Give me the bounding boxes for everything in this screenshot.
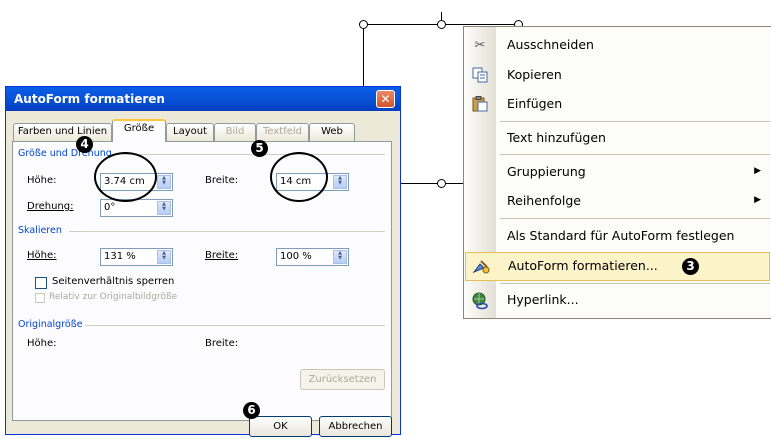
copy-icon: [471, 67, 489, 85]
tab-textfeld[interactable]: Textfeld: [256, 123, 309, 141]
autoform-dialog: AutoForm formatieren ✕ Farben und Linien…: [5, 86, 401, 437]
scale-breite-label: Breite:: [205, 250, 239, 261]
paste-icon: [471, 96, 489, 114]
spin-arrows-icon[interactable]: ▲ ▼: [333, 175, 347, 189]
format-shape-icon: [472, 258, 490, 276]
tab-groesse[interactable]: Größe: [112, 119, 166, 142]
submenu-arrow-icon: ▶: [754, 166, 761, 176]
submenu-arrow-icon: ▶: [754, 195, 761, 205]
close-button[interactable]: ✕: [376, 90, 395, 108]
spin-arrows-icon[interactable]: ▲ ▼: [333, 250, 347, 264]
scale-hoehe-label: Höhe:: [27, 250, 57, 261]
callout-number-6: 6: [243, 402, 260, 419]
relative-checkbox[interactable]: [35, 293, 45, 303]
ok-button[interactable]: OK: [249, 416, 312, 437]
scale-breite-input[interactable]: 100 % ▲ ▼: [276, 248, 349, 266]
tab-farben-und-linien[interactable]: Farben und Linien: [13, 123, 112, 141]
orig-hoehe-label: Höhe:: [27, 338, 57, 349]
menu-separator: [500, 283, 770, 284]
breite-label: Breite:: [205, 175, 239, 186]
hyperlink-icon: [471, 292, 489, 310]
callout-circle-breite: [270, 152, 328, 202]
tab-web[interactable]: Web: [309, 123, 355, 141]
menu-item-als-standard[interactable]: Als Standard für AutoForm festlegen: [464, 222, 771, 251]
drehung-label: Drehung:: [27, 201, 74, 212]
context-menu: ✂ Ausschneiden Kopieren Einfügen Text hi…: [463, 26, 771, 319]
callout-circle-hoehe: [94, 152, 157, 202]
hoehe-label: Höhe:: [27, 175, 57, 186]
section-original: Originalgröße: [18, 319, 83, 330]
cancel-button[interactable]: Abbrechen: [319, 416, 392, 437]
lock-ratio-checkbox[interactable]: [35, 277, 47, 289]
menu-item-gruppierung[interactable]: Gruppierung ▶: [464, 158, 771, 187]
spin-arrows-icon[interactable]: ▲ ▼: [157, 201, 171, 215]
tab-layout[interactable]: Layout: [166, 123, 214, 141]
scissors-icon: ✂: [474, 38, 486, 53]
menu-item-hyperlink[interactable]: Hyperlink...: [464, 286, 771, 315]
relative-label: Relativ zur Originalbildgröße: [49, 292, 178, 302]
divider: [85, 325, 385, 326]
menu-item-text-hinzufuegen[interactable]: Text hinzufügen: [464, 124, 771, 153]
callout-number-3: 3: [682, 258, 699, 275]
callout-number-5: 5: [251, 140, 268, 157]
dialog-titlebar[interactable]: AutoForm formatieren ✕: [6, 87, 400, 111]
tab-panel: Größe und Drehung Höhe: 3.74 cm ▲ ▼ Breit…: [12, 141, 392, 421]
section-size-rotation: Größe und Drehung: [18, 148, 112, 159]
menu-item-reihenfolge[interactable]: Reihenfolge ▶: [464, 187, 771, 216]
reset-button[interactable]: Zurücksetzen: [300, 369, 385, 390]
menu-separator: [500, 218, 770, 219]
tab-bild[interactable]: Bild: [214, 123, 256, 141]
menu-item-einfuegen[interactable]: Einfügen: [464, 90, 771, 119]
menu-item-kopieren[interactable]: Kopieren: [464, 61, 771, 90]
menu-item-autoform-formatieren[interactable]: AutoForm formatieren... 3: [465, 252, 770, 281]
drehung-input[interactable]: 0° ▲ ▼: [100, 199, 173, 217]
section-scale: Skalieren: [18, 225, 62, 236]
dialog-title: AutoForm formatieren: [14, 92, 165, 106]
spin-arrows-icon[interactable]: ▲ ▼: [157, 175, 171, 189]
divider: [69, 231, 385, 232]
menu-separator: [500, 154, 770, 155]
callout-number-4: 4: [76, 136, 93, 153]
spin-arrows-icon[interactable]: ▲ ▼: [157, 250, 171, 264]
orig-breite-label: Breite:: [205, 338, 239, 349]
lock-ratio-label: Seitenverhältnis sperren: [52, 276, 175, 287]
scale-hoehe-input[interactable]: 131 % ▲ ▼: [100, 248, 173, 266]
menu-separator: [500, 121, 770, 122]
menu-item-ausschneiden[interactable]: ✂ Ausschneiden: [464, 31, 771, 60]
